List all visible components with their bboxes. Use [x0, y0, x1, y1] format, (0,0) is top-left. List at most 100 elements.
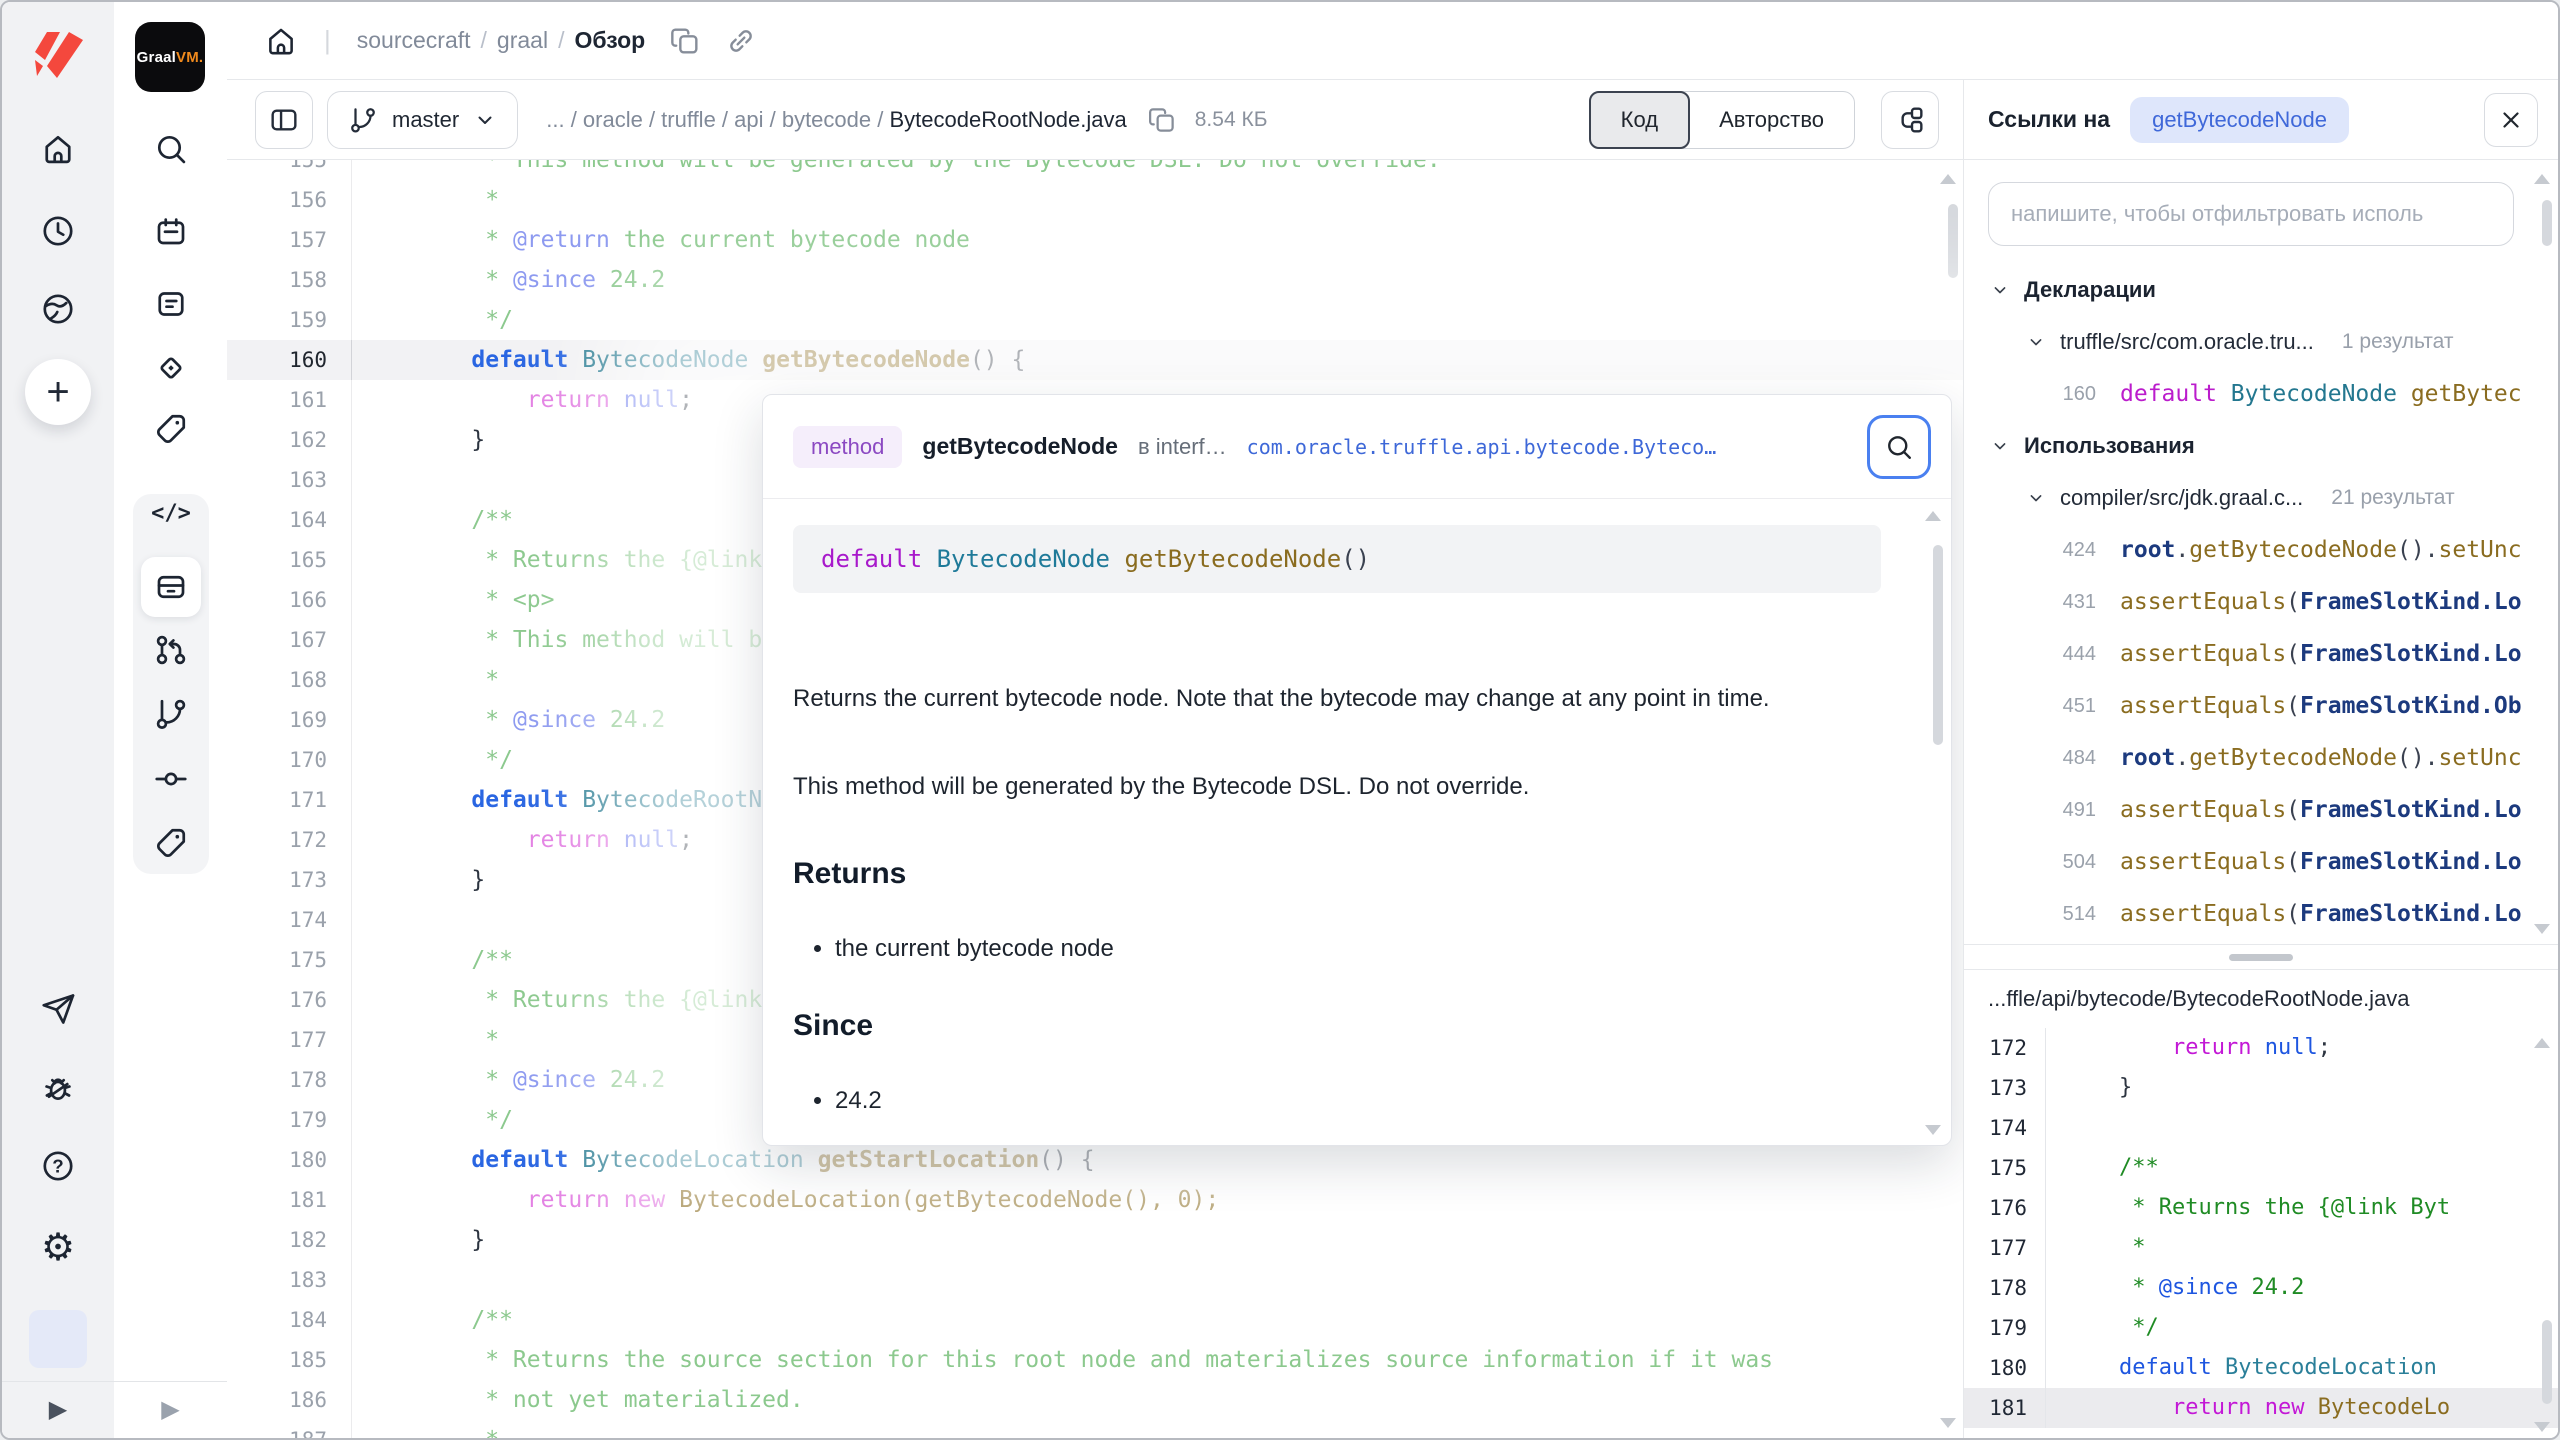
code-line[interactable]: 180 default BytecodeLocation getStartLoc…	[227, 1140, 1963, 1180]
code-tool-icon[interactable]: </>	[152, 494, 190, 532]
preview-scrollbar-thumb[interactable]	[2542, 1320, 2552, 1404]
line-number[interactable]: 176	[227, 980, 352, 1020]
line-number[interactable]: 184	[227, 1300, 352, 1340]
line-number[interactable]: 185	[227, 1340, 352, 1380]
line-number[interactable]: 161	[227, 380, 352, 420]
ref-result-row[interactable]: 451assertEquals(FrameSlotKind.Ob	[1964, 680, 2558, 732]
popup-scroll-up[interactable]	[1925, 511, 1941, 521]
projectbar-collapse-button[interactable]: ▶	[114, 1381, 227, 1438]
settings-gear-icon[interactable]: ⚙	[39, 1229, 77, 1267]
breadcrumb-org[interactable]: sourcecraft	[357, 27, 471, 53]
tags-icon[interactable]	[152, 824, 190, 862]
line-number[interactable]: 160	[227, 340, 352, 380]
ref-result-row[interactable]: 444assertEquals(FrameSlotKind.Lo	[1964, 628, 2558, 680]
code-line[interactable]: 187 *	[227, 1420, 1963, 1438]
ref-group-row[interactable]: Декларации	[1964, 264, 2558, 316]
preview-line-number[interactable]: 176	[1964, 1188, 2046, 1228]
ref-result-row[interactable]: 514assertEquals(FrameSlotKind.Lo	[1964, 888, 2558, 940]
preview-code-line[interactable]: 176 * Returns the {@link Byt	[1964, 1188, 2558, 1228]
line-number[interactable]: 164	[227, 500, 352, 540]
explore-globe-icon[interactable]	[39, 290, 77, 328]
line-number[interactable]: 178	[227, 1060, 352, 1100]
ref-result-row[interactable]: 431assertEquals(FrameSlotKind.Lo	[1964, 576, 2558, 628]
line-number[interactable]: 174	[227, 900, 352, 940]
repository-archive-icon[interactable]	[152, 568, 190, 606]
line-number[interactable]: 183	[227, 1260, 352, 1300]
preview-code-line[interactable]: 175 /**	[1964, 1148, 2558, 1188]
popup-scrollbar-thumb[interactable]	[1933, 545, 1943, 745]
copy-path-icon[interactable]	[1147, 105, 1177, 135]
line-number[interactable]: 170	[227, 740, 352, 780]
line-number[interactable]: 173	[227, 860, 352, 900]
code-line[interactable]: 159 */	[227, 300, 1963, 340]
active-indicator-tile[interactable]	[29, 1310, 87, 1368]
copy-link-icon[interactable]	[725, 25, 757, 57]
editor-scroll-up[interactable]	[1940, 174, 1956, 184]
line-number[interactable]: 167	[227, 620, 352, 660]
filter-input[interactable]	[1988, 182, 2514, 246]
preview-line-number[interactable]: 178	[1964, 1268, 2046, 1308]
panel-splitter[interactable]	[1964, 944, 2558, 970]
preview-code-line[interactable]: 179 */	[1964, 1308, 2558, 1348]
code-line[interactable]: 185 * Returns the source section for thi…	[227, 1340, 1963, 1380]
preview-code-line[interactable]: 178 * @since 24.2	[1964, 1268, 2558, 1308]
search-icon[interactable]	[152, 130, 190, 168]
line-number[interactable]: 180	[227, 1140, 352, 1180]
preview-line-number[interactable]: 181	[1964, 1388, 2046, 1428]
preview-line-number[interactable]: 172	[1964, 1028, 2046, 1068]
ref-result-row[interactable]: 491assertEquals(FrameSlotKind.Lo	[1964, 784, 2558, 836]
code-line[interactable]: 186 * not yet materialized.	[227, 1380, 1963, 1420]
document-icon[interactable]	[152, 285, 190, 323]
line-number[interactable]: 158	[227, 260, 352, 300]
pull-request-icon[interactable]	[152, 631, 190, 669]
copy-breadcrumb-icon[interactable]	[669, 25, 701, 57]
report-bug-icon[interactable]	[39, 1069, 77, 1107]
line-number[interactable]: 155	[227, 160, 352, 180]
ref-file-row[interactable]: compiler/src/jdk.graal.c...21 результат	[1964, 472, 2558, 524]
file-path[interactable]: ... / oracle / truffle / api / bytecode …	[546, 107, 1127, 133]
commits-icon[interactable]	[152, 760, 190, 798]
find-references-button[interactable]	[1867, 415, 1931, 479]
branch-selector[interactable]: master	[327, 91, 518, 149]
preview-code-line[interactable]: 174	[1964, 1108, 2558, 1148]
tab-blame[interactable]: Авторство	[1689, 92, 1854, 148]
preview-line-number[interactable]: 174	[1964, 1108, 2046, 1148]
ref-result-row[interactable]: 484root.getBytecodeNode().setUnc	[1964, 732, 2558, 784]
preview-code-line[interactable]: 177 *	[1964, 1228, 2558, 1268]
create-new-button[interactable]: +	[25, 359, 91, 425]
references-scroll-down[interactable]	[2534, 924, 2550, 934]
references-symbol-badge[interactable]: getBytecodeNode	[2130, 97, 2349, 143]
home-nav-icon[interactable]	[39, 130, 77, 168]
project-avatar[interactable]: GraalVM.	[135, 22, 205, 92]
ref-result-row[interactable]: 424root.getBytecodeNode().setUnc	[1964, 524, 2558, 576]
line-number[interactable]: 163	[227, 460, 352, 500]
line-number[interactable]: 187	[227, 1420, 352, 1438]
line-number[interactable]: 165	[227, 540, 352, 580]
line-number[interactable]: 169	[227, 700, 352, 740]
help-icon[interactable]: ?	[39, 1147, 77, 1185]
code-line[interactable]: 182 }	[227, 1220, 1963, 1260]
line-number[interactable]: 175	[227, 940, 352, 980]
code-line[interactable]: 158 * @since 24.2	[227, 260, 1963, 300]
references-scroll-up[interactable]	[2534, 174, 2550, 184]
preview-scroll-up[interactable]	[2534, 1038, 2550, 1048]
line-number[interactable]: 179	[227, 1100, 352, 1140]
breadcrumb-repo[interactable]: graal	[497, 27, 548, 53]
symbols-structure-button[interactable]	[1881, 91, 1939, 149]
sourcecraft-logo-icon[interactable]	[33, 30, 85, 80]
ref-group-row[interactable]: Использования	[1964, 420, 2558, 472]
close-panel-button[interactable]	[2484, 93, 2538, 147]
splitter-handle[interactable]	[2229, 954, 2293, 961]
editor-scroll-down[interactable]	[1940, 1418, 1956, 1428]
rail-collapse-button[interactable]: ▶	[2, 1381, 114, 1438]
line-number[interactable]: 181	[227, 1180, 352, 1220]
ref-file-row[interactable]: truffle/src/com.oracle.tru...1 результат	[1964, 316, 2558, 368]
line-number[interactable]: 186	[227, 1380, 352, 1420]
code-line[interactable]: 156 *	[227, 180, 1963, 220]
line-number[interactable]: 162	[227, 420, 352, 460]
references-scrollbar-thumb[interactable]	[2542, 200, 2552, 246]
line-number[interactable]: 177	[227, 1020, 352, 1060]
code-line[interactable]: 155 * This method will be generated by t…	[227, 160, 1963, 180]
ref-result-row[interactable]: 504assertEquals(FrameSlotKind.Lo	[1964, 836, 2558, 888]
line-number[interactable]: 166	[227, 580, 352, 620]
